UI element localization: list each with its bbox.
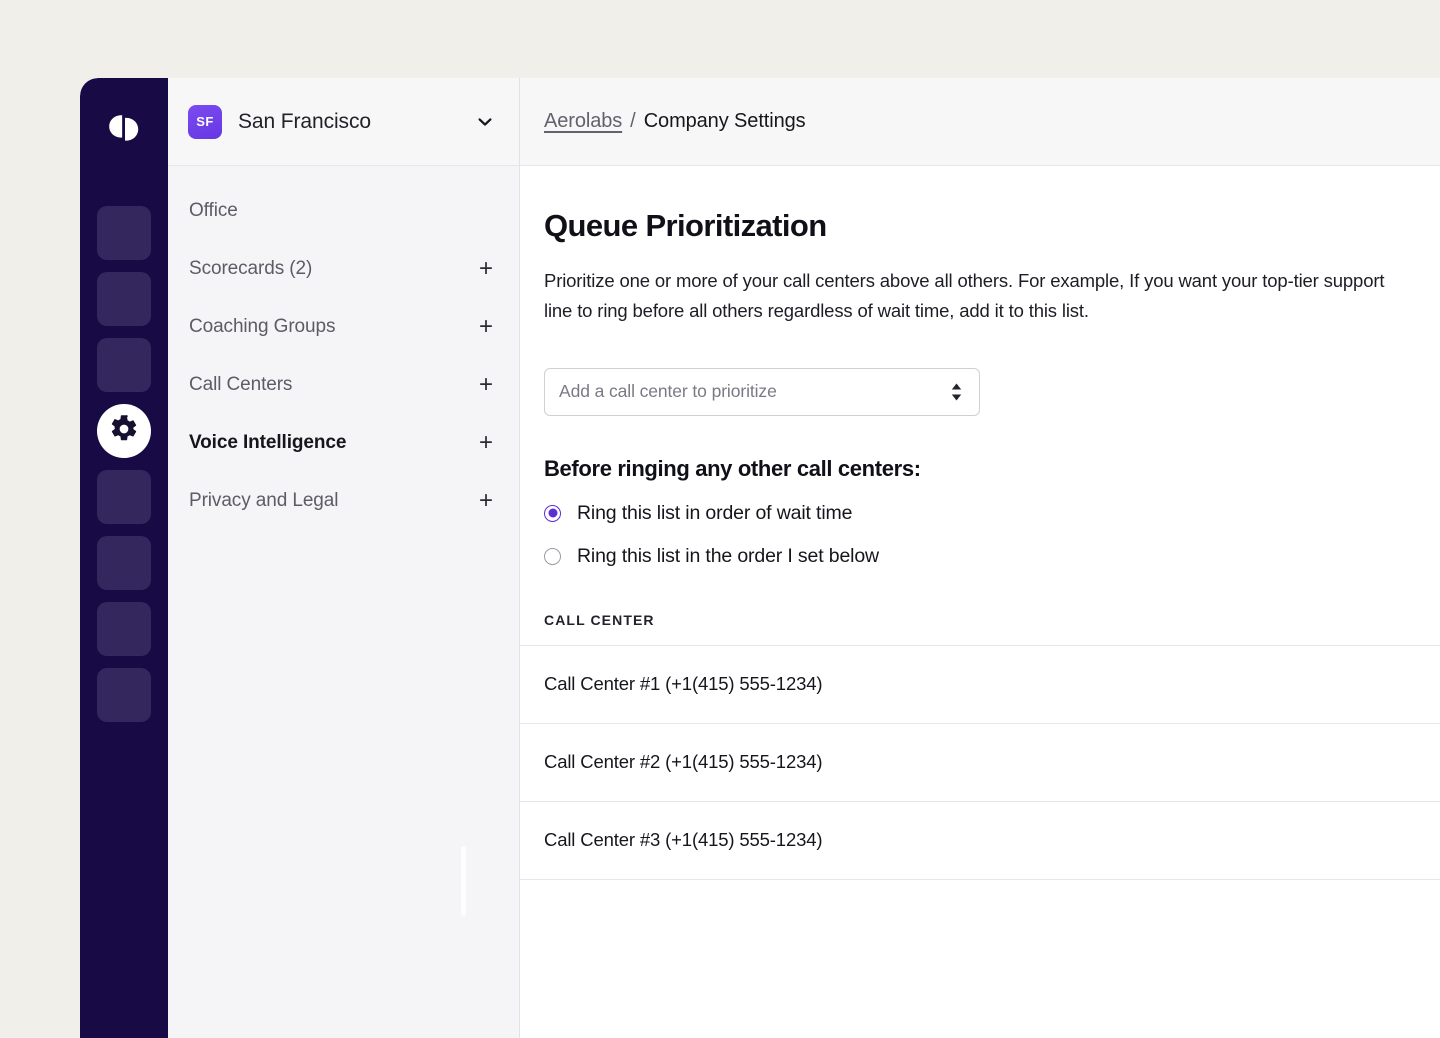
- main-content-column: Aerolabs / Company Settings Queue Priori…: [520, 78, 1440, 1038]
- breadcrumb-current: Company Settings: [644, 110, 806, 133]
- nav-item-voice-intelligence[interactable]: Voice Intelligence +: [168, 414, 519, 472]
- up-down-arrows-icon: [951, 383, 962, 400]
- rail-item-placeholder-2[interactable]: [97, 272, 151, 326]
- settings-nav-column: SF San Francisco Office Scorecards (2) +…: [168, 78, 520, 1038]
- settings-nav-list: Office Scorecards (2) + Coaching Groups …: [168, 166, 519, 1038]
- nav-item-call-centers[interactable]: Call Centers +: [168, 356, 519, 414]
- radio-option-wait-time[interactable]: Ring this list in order of wait time: [544, 502, 1440, 525]
- rail-item-placeholder-4[interactable]: [97, 470, 151, 524]
- nav-item-privacy-and-legal[interactable]: Privacy and Legal +: [168, 472, 519, 530]
- chevron-down-icon[interactable]: [475, 112, 495, 132]
- app-window: SF San Francisco Office Scorecards (2) +…: [80, 78, 1440, 1038]
- page-description: Prioritize one or more of your call cent…: [544, 266, 1404, 326]
- rail-item-placeholder-5[interactable]: [97, 536, 151, 590]
- workspace-name: San Francisco: [238, 110, 475, 134]
- nav-item-label: Privacy and Legal: [189, 490, 477, 512]
- nav-item-coaching-groups[interactable]: Coaching Groups +: [168, 298, 519, 356]
- breadcrumb-separator: /: [630, 110, 636, 133]
- table-row[interactable]: Call Center #1 (+1(415) 555-1234): [520, 646, 1440, 724]
- nav-item-scorecards[interactable]: Scorecards (2) +: [168, 240, 519, 298]
- plus-icon[interactable]: +: [477, 315, 495, 339]
- section-heading-before-ringing: Before ringing any other call centers:: [544, 456, 1440, 482]
- table-row[interactable]: Call Center #3 (+1(415) 555-1234): [520, 802, 1440, 880]
- rail-item-placeholder-6[interactable]: [97, 602, 151, 656]
- nav-item-label: Call Centers: [189, 374, 477, 396]
- nav-item-label: Coaching Groups: [189, 316, 477, 338]
- settings-panel: Queue Prioritization Prioritize one or m…: [520, 166, 1440, 1038]
- breadcrumb: Aerolabs / Company Settings: [520, 78, 1440, 166]
- gear-icon: [109, 414, 139, 449]
- workspace-badge: SF: [188, 105, 222, 139]
- radio-label: Ring this list in order of wait time: [577, 502, 852, 525]
- radio-option-manual-order[interactable]: Ring this list in the order I set below: [544, 545, 1440, 568]
- dialpad-logo-icon[interactable]: [80, 104, 168, 150]
- radio-button[interactable]: [544, 548, 561, 565]
- call-center-name: Call Center #1 (+1(415) 555-1234): [544, 673, 822, 695]
- rail-item-placeholder-3[interactable]: [97, 338, 151, 392]
- breadcrumb-parent-link[interactable]: Aerolabs: [544, 110, 622, 133]
- nav-item-label: Scorecards (2): [189, 258, 477, 280]
- icon-rail: [80, 78, 168, 1038]
- table-column-header-call-center: CALL CENTER: [544, 612, 1440, 645]
- workspace-switcher[interactable]: SF San Francisco: [168, 78, 519, 166]
- nav-scrollbar-thumb[interactable]: [461, 846, 466, 916]
- radio-button[interactable]: [544, 505, 561, 522]
- plus-icon[interactable]: +: [477, 257, 495, 281]
- table-row[interactable]: Call Center #2 (+1(415) 555-1234): [520, 724, 1440, 802]
- plus-icon[interactable]: +: [477, 373, 495, 397]
- call-center-name: Call Center #3 (+1(415) 555-1234): [544, 829, 822, 851]
- plus-icon[interactable]: +: [477, 489, 495, 513]
- nav-item-office[interactable]: Office: [168, 182, 519, 240]
- call-center-name: Call Center #2 (+1(415) 555-1234): [544, 751, 822, 773]
- call-center-select-wrapper: Add a call center to prioritize: [544, 368, 980, 416]
- page-title: Queue Prioritization: [544, 208, 1440, 244]
- rail-item-list: [97, 206, 151, 722]
- radio-label: Ring this list in the order I set below: [577, 545, 879, 568]
- nav-item-label: Office: [189, 200, 495, 222]
- rail-item-placeholder-7[interactable]: [97, 668, 151, 722]
- plus-icon[interactable]: +: [477, 431, 495, 455]
- nav-item-label: Voice Intelligence: [189, 432, 477, 454]
- rail-item-settings[interactable]: [97, 404, 151, 458]
- rail-item-placeholder-1[interactable]: [97, 206, 151, 260]
- call-center-select-placeholder: Add a call center to prioritize: [559, 381, 777, 402]
- call-center-select[interactable]: Add a call center to prioritize: [544, 368, 980, 416]
